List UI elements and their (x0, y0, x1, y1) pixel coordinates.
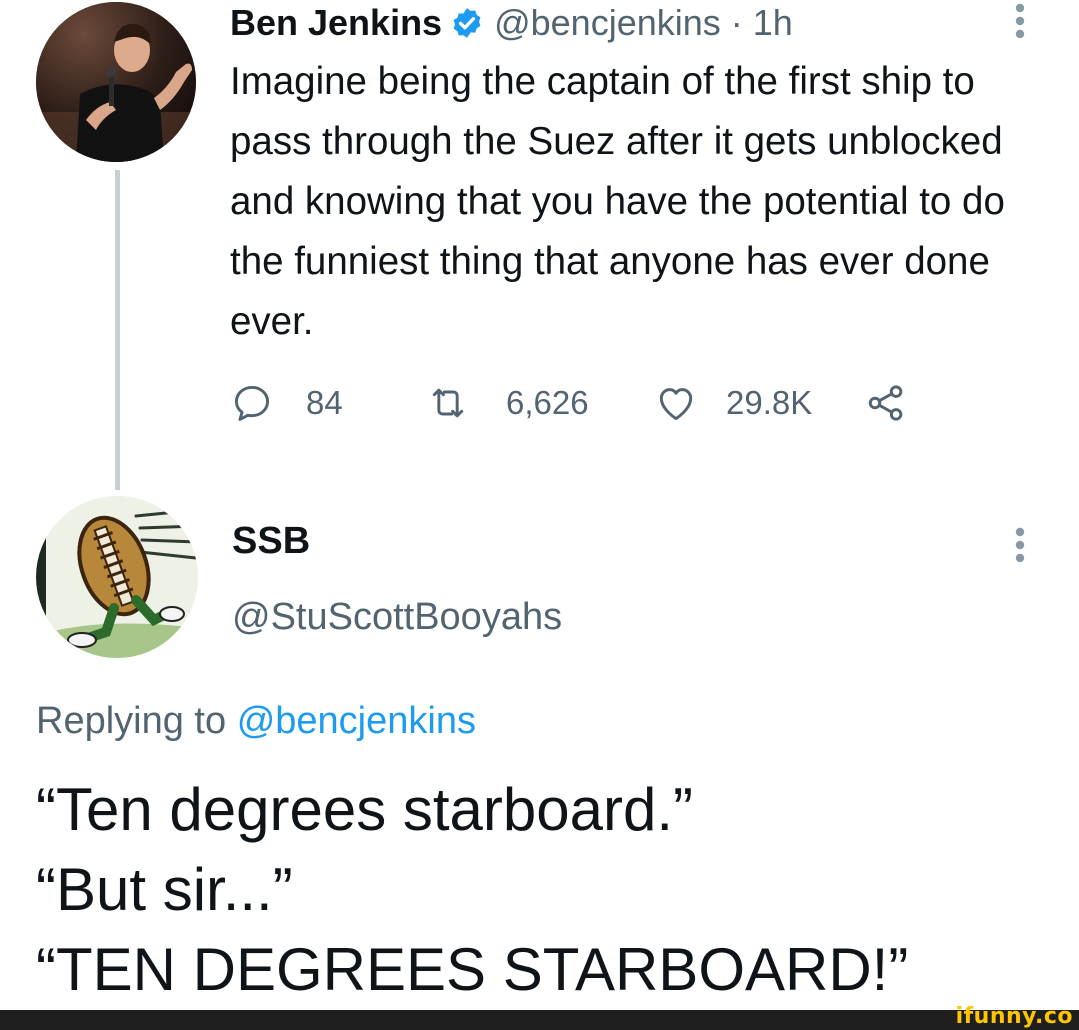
author-avatar-photo (36, 2, 196, 162)
retweet-button[interactable]: 6,626 (426, 380, 589, 426)
more-options-icon[interactable] (1014, 524, 1026, 568)
retweet-icon (432, 388, 464, 418)
reply-author-avatar-illustration (36, 496, 198, 658)
site-watermark: ifunny.co (955, 1004, 1073, 1029)
author-avatar[interactable] (36, 2, 196, 162)
replying-to-link[interactable]: @bencjenkins (237, 700, 476, 742)
tweet-text: Imagine being the captain of the first s… (230, 60, 1005, 343)
like-button[interactable]: 29.8K (654, 380, 812, 426)
reply-count: 84 (306, 384, 343, 421)
like-count: 29.8K (726, 384, 813, 421)
thread-connector-line (115, 170, 120, 490)
tweet-header: Ben Jenkins @bencjenkins · 1h (230, 0, 793, 46)
footer-bar (0, 1010, 1079, 1030)
retweet-count: 6,626 (506, 384, 589, 421)
reply-author-avatar[interactable] (36, 496, 198, 658)
header-separator: · (730, 2, 743, 43)
like-icon (659, 388, 693, 421)
author-handle[interactable]: @bencjenkins (494, 2, 721, 44)
reply-author-name[interactable]: SSB (232, 520, 310, 563)
replying-to-line: Replying to @bencjenkins (36, 700, 476, 743)
share-button[interactable] (864, 380, 908, 426)
verified-badge-icon (453, 8, 481, 38)
more-options-icon[interactable] (1014, 0, 1026, 44)
replying-to-label: Replying to (36, 700, 227, 742)
author-name[interactable]: Ben Jenkins (230, 2, 442, 44)
reply-button[interactable]: 84 (230, 380, 343, 426)
reply-icon (234, 385, 270, 421)
tweet-timestamp[interactable]: 1h (753, 2, 793, 44)
share-icon (868, 385, 903, 421)
reply-author-handle[interactable]: @StuScottBooyahs (232, 596, 562, 639)
reply-text: “Ten degrees starboard.” “But sir...” “T… (36, 776, 909, 1003)
